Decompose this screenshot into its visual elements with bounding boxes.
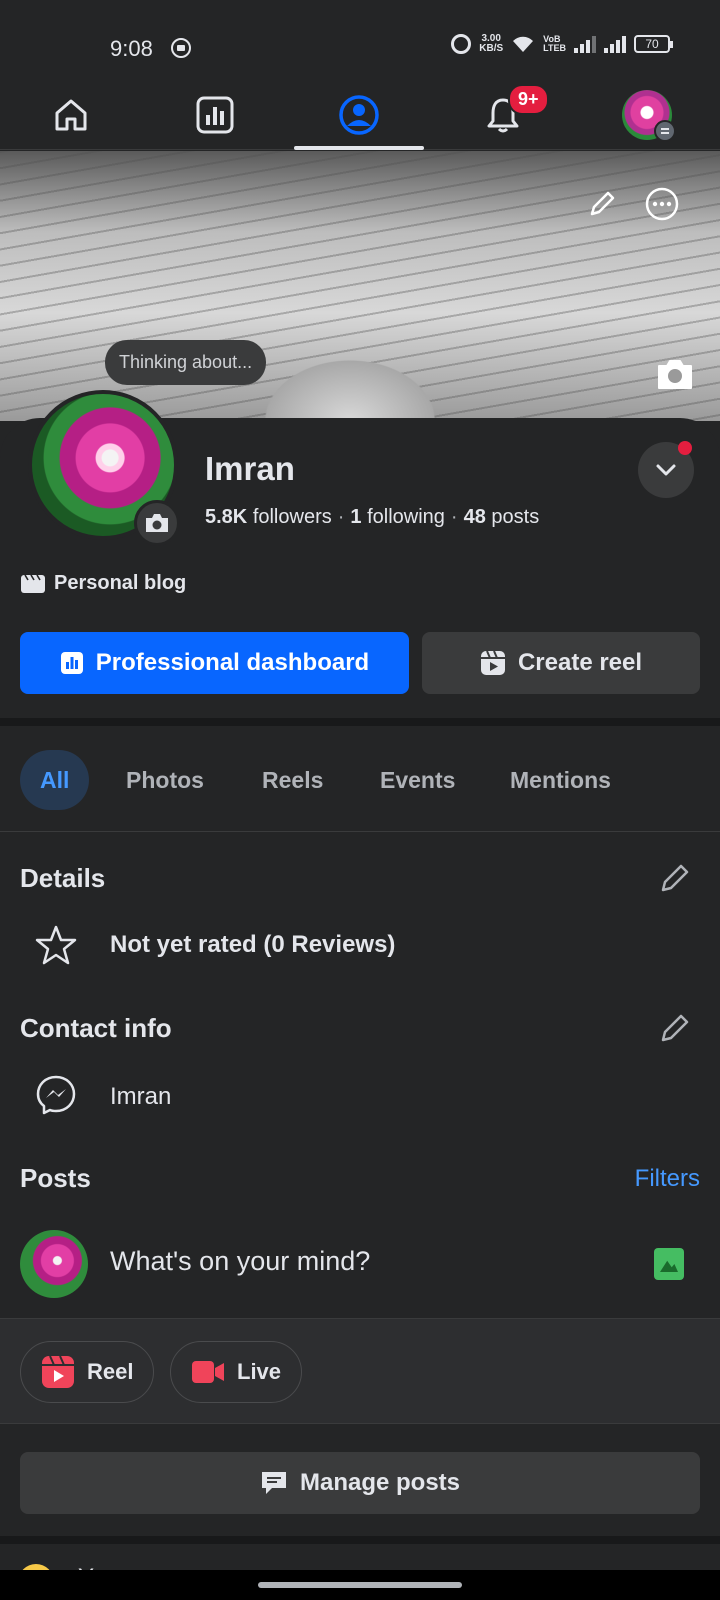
create-reel-button[interactable]: Create reel: [422, 632, 700, 694]
contact-title: Contact info: [20, 1013, 172, 1043]
followers-label[interactable]: followers: [253, 506, 332, 528]
thinking-bubble[interactable]: Thinking about...: [105, 340, 267, 385]
manage-posts-button[interactable]: Manage posts: [20, 1452, 700, 1514]
page-category-label: Personal blog: [54, 572, 187, 594]
more-icon: [645, 187, 679, 221]
wifi-icon: [513, 36, 534, 52]
rating-text[interactable]: Not yet rated (0 Reviews): [110, 931, 395, 959]
volte-indicator: VoB LTEB: [543, 35, 566, 53]
signal-1-icon: [574, 35, 596, 53]
quick-post-bar: Reel Live: [0, 1318, 720, 1424]
nav-menu[interactable]: [582, 80, 712, 150]
profile-icon: [339, 95, 379, 135]
pencil-icon: [590, 191, 615, 216]
camera-icon: [658, 360, 692, 389]
video-camera-icon: [192, 1361, 224, 1383]
nav-notifications[interactable]: 9+: [438, 80, 568, 150]
camera-icon: [146, 514, 168, 532]
divider: [0, 1536, 720, 1544]
details-title: Details: [20, 863, 106, 893]
posts-count: 48: [463, 506, 486, 528]
edit-cover-button[interactable]: [582, 184, 622, 224]
clapper-icon: [21, 574, 45, 593]
live-button[interactable]: Live: [170, 1341, 303, 1403]
screen-record-icon: [171, 38, 191, 58]
posts-label: posts: [491, 506, 540, 528]
profile-name: Imran: [205, 450, 295, 487]
reel-icon: [42, 1355, 74, 1388]
alarm-icon: [451, 34, 472, 54]
signal-2-icon: [604, 35, 626, 53]
live-button-label: Live: [237, 1359, 282, 1384]
page-category: Personal blog: [20, 572, 186, 595]
status-bar: 9:08 3.00 KB/S VoB LTEB 70: [0, 0, 720, 80]
nav-dashboard[interactable]: [150, 80, 280, 150]
reel-icon: [480, 650, 505, 675]
nav-profile[interactable]: [294, 80, 424, 150]
messenger-icon: [34, 1073, 78, 1117]
volte-bottom: LTEB: [543, 43, 566, 53]
professional-dashboard-label: Professional dashboard: [95, 649, 370, 676]
reel-button-label: Reel: [87, 1359, 134, 1384]
profile-tabs: All Photos Reels Events Mentions: [0, 728, 720, 832]
network-speed-unit: KB/S: [479, 43, 504, 54]
menu-icon: [654, 120, 676, 142]
posts-title: Posts: [20, 1163, 91, 1193]
divider: [0, 718, 720, 726]
change-profile-picture-button[interactable]: [134, 500, 180, 546]
home-gesture-bar[interactable]: [258, 1582, 462, 1588]
pencil-icon[interactable]: [658, 1011, 692, 1045]
dropdown-notification-dot: [678, 441, 692, 455]
nav-home[interactable]: [6, 80, 136, 150]
star-icon: [34, 923, 78, 967]
tab-events[interactable]: Events: [360, 750, 475, 810]
dashboard-icon: [196, 96, 234, 134]
status-icons: 3.00 KB/S VoB LTEB 70: [451, 34, 673, 54]
filters-link[interactable]: Filters: [635, 1165, 700, 1193]
composer-avatar[interactable]: [20, 1230, 88, 1298]
notification-badge: 9+: [508, 84, 549, 115]
details-section: Details Not yet rated (0 Reviews): [0, 833, 720, 981]
reel-button[interactable]: Reel: [20, 1341, 155, 1403]
network-speed: 3.00 KB/S: [479, 34, 503, 54]
change-cover-button[interactable]: [655, 354, 695, 394]
professional-dashboard-button[interactable]: Professional dashboard: [20, 632, 409, 694]
home-icon: [55, 99, 87, 131]
battery-icon: 70: [634, 35, 673, 53]
profile-stats: 5.8K followers · 1 following · 48 posts: [205, 506, 540, 528]
manage-posts-label: Manage posts: [299, 1469, 461, 1496]
composer-input[interactable]: What's on your mind?: [110, 1246, 370, 1277]
dashboard-icon: [60, 652, 83, 674]
tab-all[interactable]: All: [20, 750, 90, 810]
messenger-contact[interactable]: Imran: [110, 1083, 171, 1111]
more-options-button[interactable]: [642, 184, 682, 224]
tab-reels[interactable]: Reels: [242, 750, 343, 810]
followers-count[interactable]: 5.8K: [205, 506, 247, 528]
nav-avatar: [622, 90, 676, 142]
tab-mentions[interactable]: Mentions: [490, 750, 631, 810]
contact-section: Contact info Imran: [0, 981, 720, 1131]
create-reel-label: Create reel: [517, 649, 643, 676]
pencil-icon[interactable]: [658, 861, 692, 895]
top-navigation: 9+: [0, 80, 720, 150]
tab-photos[interactable]: Photos: [106, 750, 224, 810]
following-count[interactable]: 1: [350, 506, 361, 528]
cover-photo[interactable]: [0, 151, 720, 421]
photo-icon[interactable]: [654, 1248, 684, 1280]
chevron-down-icon: [656, 464, 676, 476]
following-label[interactable]: following: [367, 506, 445, 528]
status-time: 9:08: [110, 36, 153, 61]
manage-posts-icon: [261, 1472, 286, 1494]
posts-section: Posts Filters What's on your mind?: [0, 1131, 720, 1318]
